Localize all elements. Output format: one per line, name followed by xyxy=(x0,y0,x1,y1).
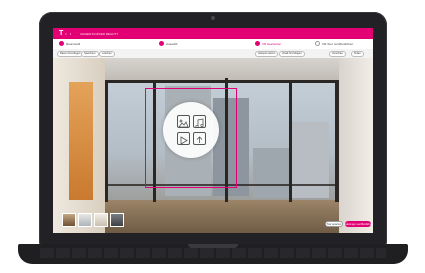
app-header: T • • MAGENTA MIXED REALITY xyxy=(53,28,373,39)
step-active-icon xyxy=(255,41,260,46)
wooden-door xyxy=(69,82,93,200)
step-label: VR bearbeiten xyxy=(262,41,282,46)
room-thumbnail[interactable] xyxy=(78,213,92,227)
music-icon[interactable] xyxy=(193,115,206,129)
room-thumbnail[interactable] xyxy=(110,213,124,227)
laptop-keyboard-edge xyxy=(40,248,386,258)
room-thumbnails xyxy=(62,213,124,227)
hotspot-menu[interactable] xyxy=(163,102,219,158)
telekom-logo: T xyxy=(59,30,64,37)
step-veroeffentlichen[interactable]: VR-Tour veröffentlichen xyxy=(315,41,353,46)
delete-button[interactable]: Löschen xyxy=(99,50,115,57)
upload-icon[interactable] xyxy=(193,132,206,145)
room-thumbnail[interactable] xyxy=(94,213,108,227)
step-pending-icon xyxy=(315,41,320,46)
webcam xyxy=(211,16,215,20)
add-room-button[interactable]: Raum hinzufügen xyxy=(57,50,84,57)
save-button[interactable]: Speichern xyxy=(81,50,99,57)
laptop-hinge-notch xyxy=(188,244,238,248)
share-button[interactable]: Teilen xyxy=(351,50,364,57)
step-check-icon xyxy=(159,41,164,46)
right-wall xyxy=(339,58,373,233)
view-tour-button[interactable]: Tour ansehen xyxy=(325,221,343,227)
step-raumwahl[interactable]: Raumwahl xyxy=(59,41,80,46)
add-content-button[interactable]: Inhalt hinzufügen xyxy=(279,50,305,57)
building xyxy=(289,122,329,198)
room-thumbnail[interactable] xyxy=(62,213,76,227)
preview-button[interactable]: Vorschau xyxy=(329,50,346,57)
step-check-icon xyxy=(59,41,64,46)
app-title: MAGENTA MIXED REALITY xyxy=(80,31,119,36)
step-label: Raumwahl xyxy=(66,41,81,46)
building xyxy=(253,148,289,198)
step-auswahl[interactable]: Auswahl xyxy=(159,41,177,46)
step-label: Auswahl xyxy=(166,41,178,46)
step-label: VR-Tour veröffentlichen xyxy=(322,41,354,46)
panorama-view[interactable]: Tour ansehen Änderungen veröffentlichen xyxy=(53,58,373,233)
logo-dots: • • xyxy=(65,31,73,36)
publish-button[interactable]: Änderungen veröffentlichen xyxy=(343,221,373,227)
step-vr-bearbeiten[interactable]: VR bearbeiten xyxy=(255,41,281,46)
laptop-screen: T • • MAGENTA MIXED REALITY Raumwahl Aus… xyxy=(53,28,373,233)
play-icon[interactable] xyxy=(177,132,190,145)
window-frame xyxy=(105,80,339,83)
set-hotspot-button[interactable]: Hotspot setzen xyxy=(255,50,279,57)
image-icon[interactable] xyxy=(177,115,190,128)
